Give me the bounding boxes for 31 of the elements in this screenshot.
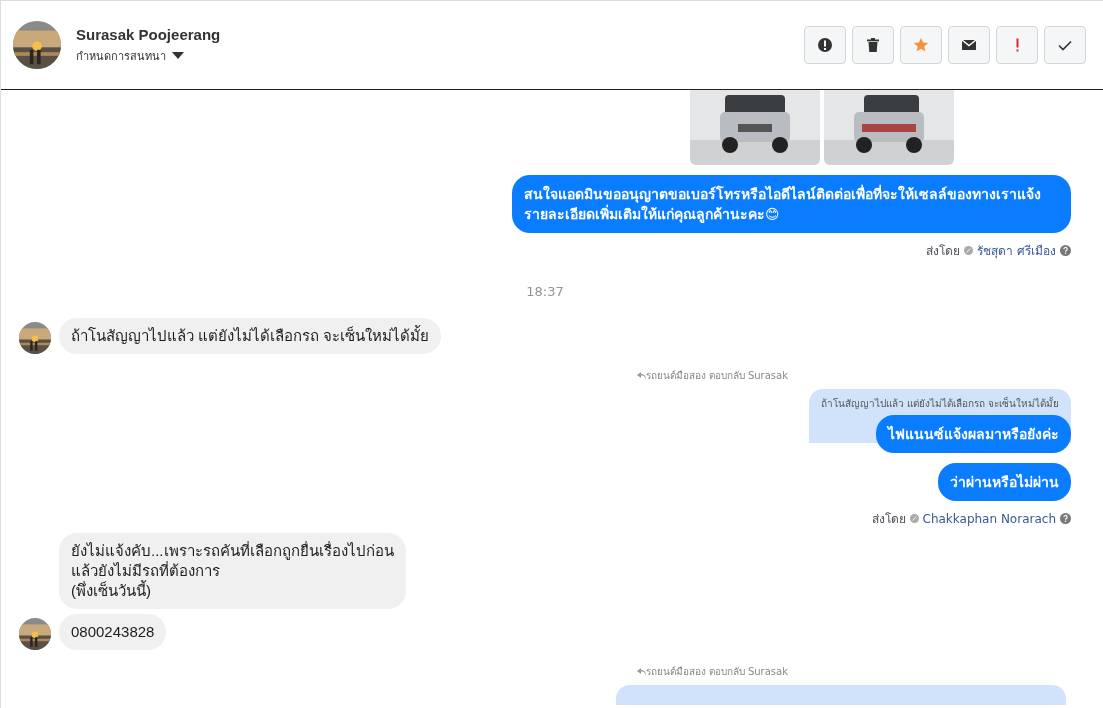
alert-icon: [817, 37, 833, 53]
exclamation-icon: [1015, 38, 1019, 52]
verified-icon: [964, 246, 974, 255]
mark-unread-button[interactable]: [948, 26, 990, 64]
star-button[interactable]: [900, 26, 942, 64]
trash-icon: [865, 37, 881, 53]
sent-by-label: ส่งโดย: [871, 511, 906, 528]
sender-name[interactable]: Chakkaphan Norarach: [922, 511, 1056, 526]
reply-label: รถยนต์มือสอง ตอบกลับ Surasak: [645, 369, 788, 383]
message-bubble: ว่าผ่านหรือไม่ผ่าน: [938, 463, 1071, 501]
caret-icon[interactable]: [172, 51, 184, 60]
delete-button[interactable]: [852, 26, 894, 64]
envelope-icon: [961, 37, 977, 53]
message-bubble: ยังไม่แจ้งคับ...เพราะรถคันที่เลือกถูกยื่นเรื่องไปก่อน แล้วยังไม่มีรถที่ต้องการ (พึ่งเซ็นวันนี้): [59, 533, 406, 609]
message-bubble: ไฟแนนซ์แจ้งผลมาหรือยังค่ะ: [876, 415, 1071, 453]
help-icon[interactable]: [1060, 513, 1071, 524]
spam-button[interactable]: [804, 26, 846, 64]
reply-arrow-icon: [636, 371, 646, 380]
message-bubble: สนใจแอดมินขออนุญาตขอเบอร์โทรหรือไอดีไลน์ติดต่อเพื่อที่จะให้เซลล์ของทางเราแจ้งรายละเอียดเพิ่มเติมให้แก่คุณลูกค้านะคะ😊: [512, 175, 1071, 233]
reply-label: รถยนต์มือสอง ตอบกลับ Surasak: [645, 665, 788, 679]
message-bubble: 0800243828: [59, 614, 167, 650]
timestamp: 18:37: [526, 284, 564, 299]
help-icon[interactable]: [1060, 245, 1071, 256]
conversation-status: กำหนดการสนทนา: [76, 48, 166, 65]
reply-arrow-icon: [636, 667, 646, 676]
star-icon: [913, 37, 929, 53]
verified-icon: [909, 514, 919, 523]
contact-name: Surasak Poojeerang: [76, 25, 222, 43]
message-bubble: ถ้าโนสัญญาไปแล้ว แต่ยังไม่ได้เลือกรถ จะเซ็นใหม่ได้มั้ย: [59, 318, 442, 354]
sender-name[interactable]: รัชสุดา ศรีเมือง: [977, 241, 1056, 260]
sent-by-label: ส่งโดย: [926, 243, 961, 260]
